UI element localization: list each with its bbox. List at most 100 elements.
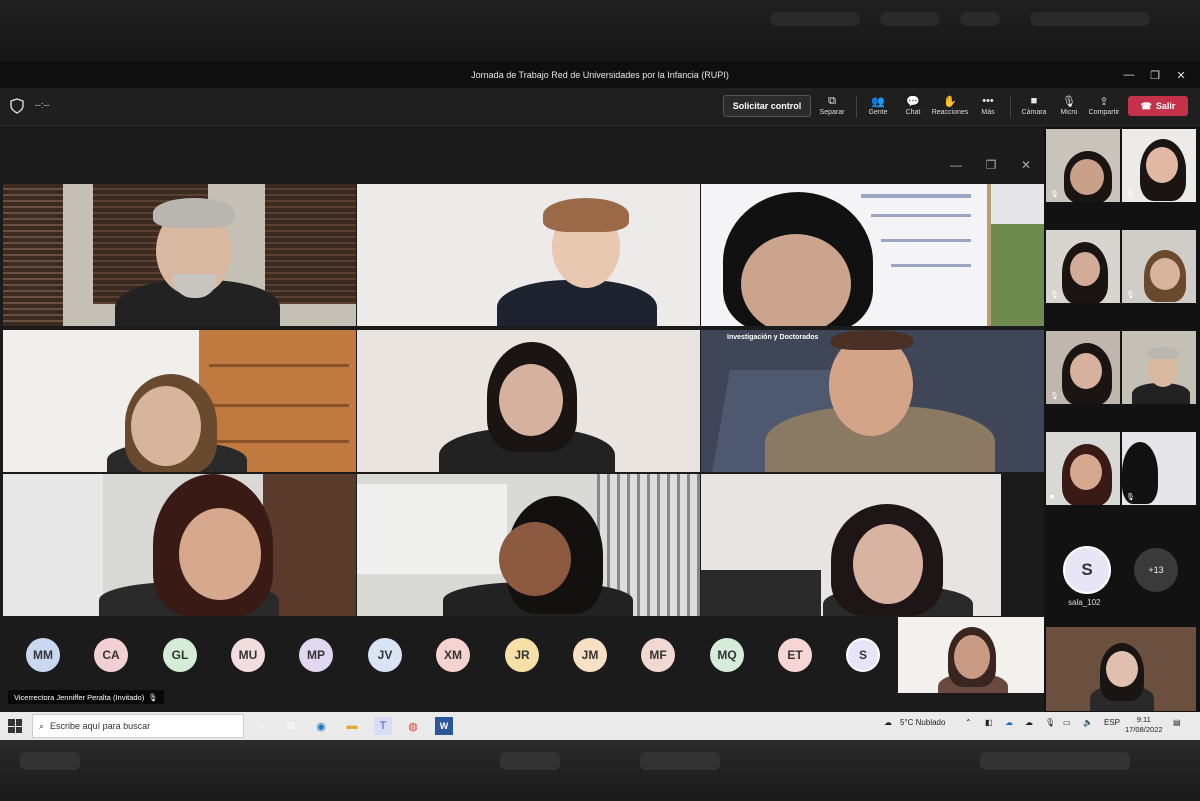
chevron-up-icon[interactable]: ⌃ [965, 718, 972, 727]
network-icon[interactable]: ▭ [1063, 718, 1071, 727]
video-tile[interactable] [3, 474, 356, 616]
hand-icon: ✋ [943, 95, 957, 108]
inner-restore-icon: ❐ [985, 158, 997, 172]
video-tile[interactable] [357, 474, 700, 616]
video-tile[interactable] [701, 184, 1044, 326]
camera-off-icon: ■ [1050, 494, 1055, 501]
meeting-toolbar: --:-- Solicitar control ⧉ Separar 👥 Gente … [0, 88, 1200, 126]
people-button[interactable]: 👥 Gente [858, 93, 898, 123]
title-bar: Jornada de Trabajo Red de Universidades … [0, 62, 1200, 88]
inner-minimize-icon: — [950, 158, 962, 172]
teams-icon[interactable]: T [374, 717, 392, 735]
window-title: Jornada de Trabajo Red de Universidades … [471, 70, 729, 80]
participant-thumbnail[interactable]: 🎙 [1046, 129, 1120, 202]
sala-avatar[interactable]: S [1063, 546, 1111, 594]
video-tile[interactable] [3, 330, 356, 472]
participant-thumbnail[interactable]: 🎙 [1122, 129, 1196, 202]
notifications-icon[interactable]: ▤ [1173, 718, 1181, 727]
inner-close-icon: ✕ [1020, 158, 1032, 172]
more-icon: ••• [982, 95, 994, 107]
share-button[interactable]: ⇪ Compartir [1084, 93, 1124, 123]
weather-icon: ☁ [884, 718, 892, 727]
chat-button[interactable]: 💬 Chat [893, 93, 933, 123]
file-explorer-icon[interactable]: ▬ [343, 717, 361, 735]
mic-off-icon: 🎙 [1126, 494, 1135, 501]
search-icon: ⌕ [39, 720, 45, 731]
video-tile[interactable] [3, 184, 356, 326]
sala-name: sala_102 [1068, 598, 1101, 607]
leave-button[interactable]: ☎ Salir [1128, 96, 1188, 116]
speaker-name-tag: Vicerrectora Jenniffer Peralta (Invitado… [8, 690, 164, 704]
pop-out-button[interactable]: ⧉ Separar [812, 93, 852, 123]
mic-off-icon: 🎙 [1126, 191, 1135, 198]
mic-off-icon: 🎙 [148, 692, 158, 702]
edge-icon[interactable]: ◉ [312, 717, 330, 735]
participant-thumbnail[interactable]: ■ [1046, 432, 1120, 505]
word-icon[interactable]: W [435, 717, 453, 735]
video-tile[interactable] [357, 330, 700, 472]
mic-off-icon: 🎙 [1126, 292, 1135, 299]
camera-icon: ■ [1030, 95, 1038, 107]
self-view-video[interactable] [1046, 627, 1196, 711]
mic-button[interactable]: 🎙 Micro [1049, 93, 1089, 123]
tile-label: Investigación y Doctorados [727, 334, 819, 341]
volume-icon[interactable]: 🔈 [1083, 718, 1093, 727]
reactions-button[interactable]: ✋ Reacciones [930, 93, 970, 123]
mic-off-icon: 🎙 [1050, 292, 1059, 299]
participant-avatar[interactable]: MP [299, 638, 333, 672]
mic-off-icon: 🎙 [1050, 191, 1059, 198]
participant-avatar[interactable]: GL [163, 638, 197, 672]
taskbar-search-box[interactable]: ⌕ Escribe aquí para buscar [32, 714, 244, 738]
windows-taskbar: ⌕ Escribe aquí para buscar ○ ⧉ ◉ ▬ T ◍ W… [0, 712, 1200, 740]
participant-avatar[interactable]: ET [778, 638, 812, 672]
participant-avatar[interactable]: JM [573, 638, 607, 672]
participant-thumbnail[interactable] [1122, 331, 1196, 404]
cloud-icon[interactable]: ☁ [1025, 718, 1033, 727]
maximize-button[interactable]: ❐ [1142, 62, 1168, 88]
taskbar-clock[interactable]: 9:11 17/08/2022 [1125, 715, 1163, 735]
onedrive-icon[interactable]: ☁ [1005, 718, 1013, 727]
video-tile[interactable]: Investigación y Doctorados [701, 330, 1044, 472]
mic-off-icon: 🎙 [1062, 95, 1076, 108]
participant-avatar[interactable]: JR [505, 638, 539, 672]
camera-button[interactable]: ■ Cámara [1014, 93, 1054, 123]
participant-avatar[interactable]: CA [94, 638, 128, 672]
participant-avatar[interactable]: S [846, 638, 880, 672]
close-button[interactable]: ✕ [1168, 62, 1194, 88]
minimize-button[interactable]: — [1116, 62, 1142, 88]
participant-avatar[interactable]: XM [436, 638, 470, 672]
windows-start-icon[interactable] [8, 719, 22, 733]
video-grid: Investigación y Doctorados [3, 184, 1044, 616]
weather-text[interactable]: 5°C Nublado [900, 718, 945, 727]
participant-thumbnail[interactable]: 🎙 [1046, 331, 1120, 404]
participants-sidebar: 🎙 🎙 🎙 🎙 🎙 ■ 🎙 [1044, 127, 1200, 712]
background-blur-bottom [0, 740, 1200, 801]
chrome-icon[interactable]: ◍ [404, 717, 422, 735]
cortana-icon[interactable]: ○ [252, 717, 270, 735]
mic-icon[interactable]: 🎙 [1045, 718, 1055, 727]
participant-avatar[interactable]: MQ [710, 638, 744, 672]
video-tile[interactable] [701, 474, 1044, 616]
participant-avatar[interactable]: MU [231, 638, 265, 672]
more-participants-button[interactable]: +13 [1134, 548, 1178, 592]
more-button[interactable]: ••• Más [968, 93, 1008, 123]
participant-avatar[interactable]: MM [26, 638, 60, 672]
background-blur-top [0, 0, 1200, 62]
participant-avatar[interactable]: MF [641, 638, 675, 672]
language-indicator[interactable]: ESP [1104, 718, 1120, 727]
phone-hangup-icon: ☎ [1140, 100, 1152, 111]
video-tile[interactable] [357, 184, 700, 326]
participant-thumbnail[interactable]: 🎙 [1122, 230, 1196, 303]
request-control-button[interactable]: Solicitar control [723, 95, 811, 117]
task-view-icon[interactable]: ⧉ [282, 717, 300, 735]
tray-app-icon[interactable]: ◧ [985, 718, 993, 727]
meeting-timer: --:-- [35, 100, 50, 110]
participant-thumbnail[interactable]: 🎙 [1046, 230, 1120, 303]
mic-off-icon: 🎙 [1050, 393, 1059, 400]
people-icon: 👥 [871, 95, 885, 108]
shield-icon [10, 98, 24, 114]
participant-thumbnail[interactable]: 🎙 [1122, 432, 1196, 505]
participant-avatar[interactable]: JV [368, 638, 402, 672]
active-speaker-video[interactable] [898, 617, 1044, 693]
pop-out-icon: ⧉ [828, 94, 836, 107]
